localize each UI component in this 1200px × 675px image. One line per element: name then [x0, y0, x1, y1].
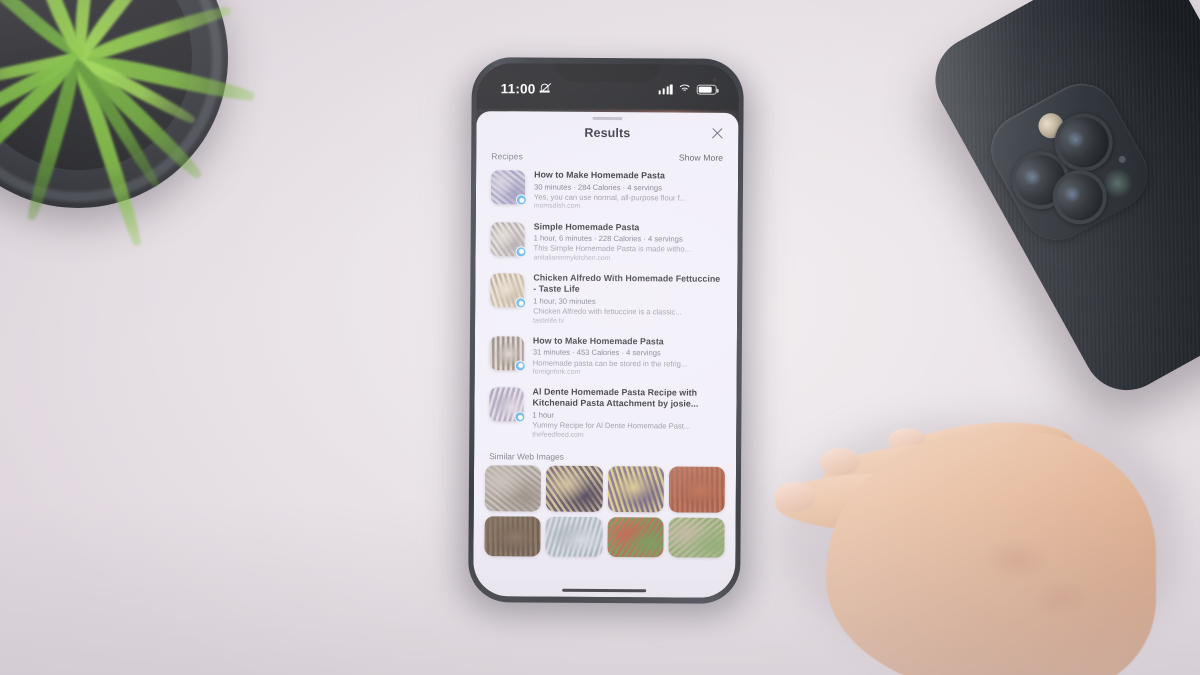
sheet-header: Results	[476, 119, 738, 147]
similar-web-image[interactable]	[668, 466, 726, 513]
recipe-text: How to Make Homemade Pasta 31 minutes · 4…	[533, 334, 724, 378]
similar-web-images-row-2	[473, 516, 735, 558]
recipe-thumbnail-wrap	[490, 221, 527, 258]
status-time: 11:00	[500, 80, 536, 97]
recipe-thumbnail-wrap	[490, 273, 527, 309]
recipe-snippet: Homemade pasta can be stored in the refr…	[532, 357, 688, 369]
desk-scene: 74 11:00	[0, 0, 1200, 675]
recipe-meta: 30 minutes · 284 Calories · 4 servings	[533, 182, 662, 192]
knuckle-shading-2	[1032, 580, 1090, 618]
recipe-result-item[interactable]: How to Make Homemade Pasta 31 minutes · 4…	[475, 330, 737, 383]
recipe-result-item[interactable]: Al Dente Homemade Pasta Recipe with Kitc…	[474, 381, 736, 445]
secondary-phone-face-down	[919, 0, 1200, 406]
verified-source-icon	[515, 245, 527, 258]
similar-web-image[interactable]	[484, 516, 541, 557]
verified-source-icon	[514, 411, 526, 423]
recipe-thumbnail-wrap	[489, 387, 526, 423]
recipe-meta: 1 hour, 30 minutes	[533, 296, 596, 306]
ring-fingernail	[774, 482, 816, 512]
recipe-snippet: This Simple Homemade Pasta is made witho…	[533, 243, 692, 254]
recipe-domain: anitalianinmykitchen.com	[533, 254, 611, 262]
screen-notch	[555, 63, 660, 83]
recipe-text: Simple Homemade Pasta 1 hour, 6 minutes ·…	[533, 220, 724, 264]
similar-web-images-row-1	[474, 465, 736, 513]
potted-plant	[0, 0, 268, 268]
results-scroll-area[interactable]: How to Make Homemade Pasta 30 minutes · 2…	[473, 164, 738, 598]
verified-source-icon	[514, 360, 526, 372]
recipe-snippet: Chicken Alfredo with fettuccine is a cla…	[533, 306, 682, 317]
results-sheet: Results Recipes Show More How to Make Ho…	[473, 111, 739, 598]
battery-icon	[696, 84, 717, 95]
recipe-title: Al Dente Homemade Pasta Recipe with Kitc…	[532, 386, 699, 410]
similar-web-image[interactable]	[545, 465, 603, 513]
verified-source-icon	[515, 194, 527, 206]
lidar-sensor-icon	[1117, 154, 1128, 165]
recipes-section-header: Recipes Show More	[476, 145, 738, 166]
recipe-domain: thefeedfeed.com	[532, 431, 584, 439]
section-label-recipes: Recipes	[491, 151, 523, 162]
show-more-button[interactable]: Show More	[679, 153, 723, 163]
similar-web-image[interactable]	[606, 517, 664, 558]
recipe-result-item[interactable]: Simple Homemade Pasta 1 hour, 6 minutes ·…	[475, 216, 737, 269]
recipe-result-item[interactable]: How to Make Homemade Pasta 30 minutes · 2…	[476, 164, 738, 217]
recipe-domain: momsdish.com	[533, 202, 581, 211]
section-label-similar-web-images: Similar Web Images	[489, 451, 564, 462]
recipe-text: How to Make Homemade Pasta 30 minutes · 2…	[534, 168, 725, 212]
recipe-thumbnail-wrap	[490, 170, 527, 206]
phone-screen[interactable]: 74 11:00	[473, 63, 739, 598]
recipe-domain: tastelife.tv	[533, 317, 565, 325]
recipe-snippet: Yummy Recipe for Al Dente Homemade Past.…	[532, 420, 691, 431]
recipe-meta: 1 hour	[532, 410, 554, 420]
recipe-thumbnail-wrap	[489, 336, 526, 372]
verified-source-icon	[515, 297, 527, 309]
recipe-meta: 1 hour, 6 minutes · 228 Calories · 4 ser…	[533, 233, 683, 244]
recipe-title: How to Make Homemade Pasta	[534, 169, 665, 181]
knuckle-shading	[982, 538, 1052, 582]
recipe-text: Chicken Alfredo With Homemade Fettuccine…	[533, 272, 724, 327]
close-icon[interactable]	[709, 126, 725, 142]
recipe-meta: 31 minutes · 453 Calories · 4 servings	[532, 347, 661, 358]
bell-slash-icon	[539, 83, 552, 95]
page-title: Results	[584, 125, 631, 141]
similar-web-image[interactable]	[668, 517, 725, 558]
recipe-text: Al Dente Homemade Pasta Recipe with Kitc…	[532, 386, 723, 441]
recipe-title: Simple Homemade Pasta	[533, 221, 640, 232]
similar-web-image[interactable]	[545, 516, 603, 558]
recipe-list: How to Make Homemade Pasta 30 minutes · 2…	[474, 164, 738, 446]
similar-web-image[interactable]	[484, 465, 542, 512]
phone-frame: 74 11:00	[468, 57, 744, 604]
recipe-title: How to Make Homemade Pasta	[532, 335, 664, 347]
hand	[770, 392, 1200, 675]
recipe-result-item[interactable]: Chicken Alfredo With Homemade Fettuccine…	[475, 267, 737, 331]
cellular-signal-icon	[658, 84, 673, 95]
similar-web-image[interactable]	[607, 466, 664, 513]
wifi-icon	[677, 84, 692, 99]
middle-fingernail	[820, 448, 860, 476]
recipe-domain: foreignfork.com	[532, 368, 581, 376]
recipe-snippet: Yes, you can use normal, all-purpose flo…	[533, 192, 687, 203]
primary-phone: 74 11:00	[454, 57, 758, 618]
front-camera-icon	[712, 77, 717, 82]
recipe-title: Chicken Alfredo With Homemade Fettuccine…	[533, 272, 721, 295]
